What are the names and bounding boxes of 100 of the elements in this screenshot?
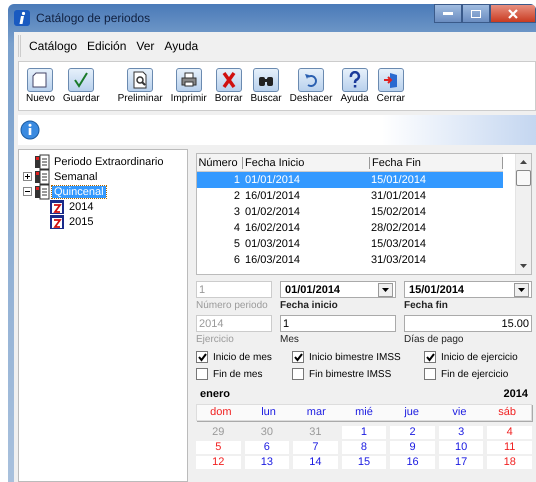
calendar-day[interactable]: 17 — [438, 456, 484, 469]
delete-icon — [220, 71, 238, 89]
toolbar-button[interactable]: Ayuda — [337, 68, 372, 108]
checkbox-box[interactable] — [424, 351, 436, 363]
weekday-label: mar — [306, 405, 327, 420]
calendar-day[interactable]: 11 — [487, 441, 532, 454]
scrollbar-thumb[interactable] — [516, 170, 531, 186]
weekday-label: lun — [260, 405, 277, 420]
weekday-label: dom — [209, 405, 233, 420]
menu-item[interactable]: Edición — [87, 39, 126, 53]
checkbox-label: Inicio bimestre IMSS — [309, 352, 401, 362]
menu-item[interactable]: Catálogo — [29, 39, 78, 53]
table-row[interactable]: 5 01/03/2014 15/03/2014 — [197, 236, 503, 252]
calendar-day[interactable]: 16 — [390, 456, 435, 469]
minimize-button[interactable] — [434, 4, 462, 23]
checkbox-label: Inicio de ejercicio — [441, 352, 518, 362]
column-header[interactable]: Número — [197, 156, 243, 168]
maximize-icon — [471, 10, 481, 18]
scroll-up-arrow-icon[interactable] — [520, 160, 527, 164]
collapse-icon[interactable] — [23, 187, 32, 196]
table-cell-text: 4 — [232, 222, 241, 234]
table-row[interactable]: 4 16/02/2014 28/02/2014 — [197, 220, 503, 236]
calendar-day[interactable]: 13 — [244, 456, 290, 469]
calendar-day[interactable]: 8 — [342, 441, 386, 454]
checkbox-box[interactable] — [196, 368, 208, 380]
checkbox-label: Inicio de mes — [213, 352, 272, 362]
table-cell-text: 16/01/2014 — [244, 190, 302, 202]
calendar-day[interactable]: 6 — [244, 441, 290, 454]
checkbox-box[interactable] — [196, 351, 208, 363]
info-icon — [20, 120, 40, 140]
toolbar-button[interactable]: Guardar — [60, 68, 103, 108]
table-cell-text: 16/03/2014 — [244, 254, 302, 266]
table-cell-text: 6 — [232, 254, 241, 266]
checkbox[interactable]: Fin bimestre IMSS — [292, 368, 424, 380]
calendar-day[interactable]: 3 — [438, 426, 484, 439]
toolbar-button[interactable]: Preliminar — [114, 68, 166, 108]
checkbox[interactable]: Inicio bimestre IMSS — [292, 351, 424, 363]
checkbox-box[interactable] — [292, 368, 304, 380]
table-cell-text: 01/01/2014 — [244, 174, 302, 186]
calendar-day[interactable]: 14 — [293, 456, 338, 469]
calendar-day[interactable]: 5 — [196, 441, 241, 454]
calendar-day[interactable]: 7 — [293, 441, 338, 454]
app-icon — [14, 10, 30, 26]
input-field[interactable]: 1 — [280, 315, 396, 332]
tree-item[interactable]: Semanal — [52, 170, 100, 182]
table-cell-text: 28/02/2014 — [370, 222, 428, 234]
toolbar-button[interactable]: Buscar — [248, 68, 285, 108]
calendar-day[interactable]: 2 — [390, 426, 435, 439]
toolbar-button[interactable]: Deshacer — [286, 68, 336, 108]
tree-item[interactable]: 2014 — [67, 200, 96, 212]
checkbox-label: Fin de mes — [213, 368, 262, 380]
calendar-day[interactable]: 4 — [487, 426, 532, 439]
input-field[interactable]: 15.00 — [404, 315, 532, 332]
toolbar-button[interactable]: Borrar — [212, 68, 246, 108]
column-header[interactable]: Fecha Fin — [370, 156, 503, 168]
checkbox-label: Fin de ejercicio — [441, 368, 508, 380]
scroll-down-arrow-icon[interactable] — [520, 264, 527, 268]
table-row[interactable]: 6 16/03/2014 31/03/2014 — [197, 252, 503, 268]
maximize-button[interactable] — [462, 4, 490, 23]
close-button[interactable] — [490, 4, 536, 23]
calculator-icon — [34, 154, 50, 170]
toolbar-button[interactable]: Imprimir — [168, 68, 210, 108]
checkbox-box[interactable] — [424, 368, 436, 380]
table-cell-text: 01/03/2014 — [244, 238, 302, 250]
checkbox[interactable]: Fin de ejercicio — [424, 368, 532, 380]
checkbox[interactable]: Inicio de ejercicio — [424, 351, 532, 363]
table-row[interactable]: 3 01/02/2014 15/02/2014 — [197, 204, 503, 220]
tree-item[interactable]: 2015 — [67, 216, 96, 228]
checkbox[interactable]: Fin de mes — [196, 368, 292, 380]
table-row[interactable]: 2 16/01/2014 31/01/2014 — [197, 188, 503, 204]
calendar-day[interactable]: 9 — [390, 441, 435, 454]
toolbar-button[interactable]: Nuevo — [23, 68, 58, 108]
checkmark-icon — [72, 71, 90, 89]
calendar-day[interactable]: 10 — [438, 441, 484, 454]
tree-item[interactable]: Periodo Extraordinario — [52, 156, 166, 168]
expand-icon[interactable] — [23, 172, 32, 181]
column-header[interactable]: Fecha Inicio — [243, 156, 370, 168]
table-cell-text: 2 — [232, 190, 241, 202]
scrollbar[interactable] — [515, 154, 531, 274]
table-cell-text: 01/02/2014 — [244, 206, 302, 218]
toolbar-button[interactable]: Cerrar — [374, 68, 408, 108]
checkbox[interactable]: Inicio de mes — [196, 351, 292, 363]
weekday-label: sáb — [497, 405, 518, 420]
weekday-label: jue — [403, 405, 420, 420]
minimize-icon — [443, 12, 453, 15]
date-dropdown[interactable]: 15/01/2014 — [404, 281, 532, 298]
calendar-day[interactable]: 18 — [487, 456, 532, 469]
calendar-day[interactable]: 1 — [342, 426, 386, 439]
date-dropdown[interactable]: 01/01/2014 — [280, 281, 396, 298]
calendar-day[interactable]: 12 — [196, 456, 241, 469]
checkbox-box[interactable] — [292, 351, 304, 363]
close-icon — [508, 8, 518, 18]
calculator-icon — [34, 168, 50, 184]
menu-item[interactable]: Ver — [136, 39, 154, 53]
printer-icon — [180, 71, 198, 89]
table-cell-text: 15/03/2014 — [370, 238, 428, 250]
calendar-day[interactable]: 15 — [342, 456, 386, 469]
table-cell-text: 1 — [232, 174, 241, 186]
menu-item[interactable]: Ayuda — [164, 39, 198, 53]
table-cell-text: 31/03/2014 — [370, 254, 428, 266]
